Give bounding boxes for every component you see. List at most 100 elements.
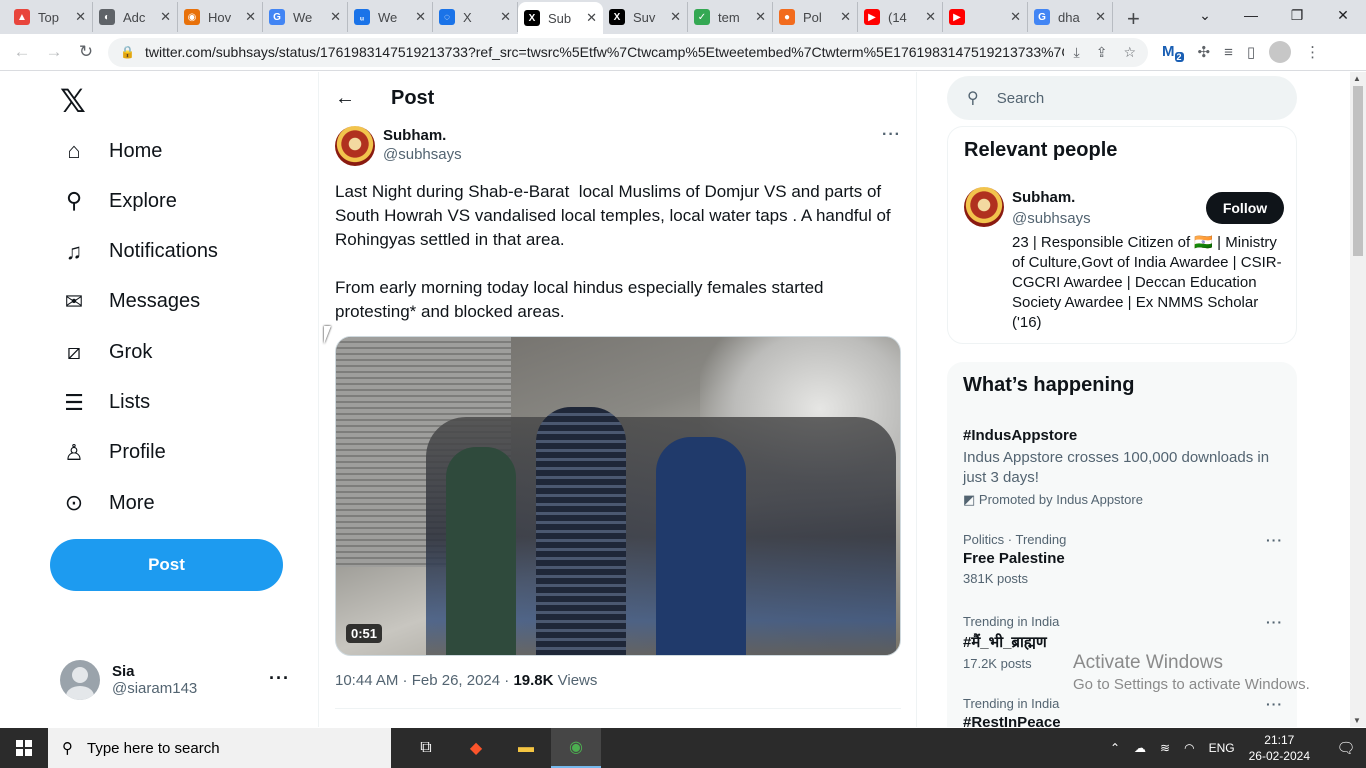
nav-item-profile[interactable]: ♙ Profile <box>60 440 166 466</box>
browser-tab[interactable]: ● Pol ✕ <box>773 2 858 32</box>
trend-more-icon[interactable]: ··· <box>1266 614 1283 630</box>
language-indicator[interactable]: ENG <box>1209 741 1235 755</box>
close-tab-icon[interactable]: ✕ <box>500 9 511 25</box>
back-icon[interactable]: ← <box>6 42 38 62</box>
profile-avatar-icon[interactable] <box>1269 41 1292 63</box>
browser-tab[interactable]: ◌ X ✕ <box>433 2 518 32</box>
close-tab-icon[interactable]: ✕ <box>1095 9 1106 25</box>
browser-tab[interactable]: Gdha ✕ <box>1028 2 1113 32</box>
close-tab-icon[interactable]: ✕ <box>755 9 766 25</box>
back-arrow-icon[interactable]: ← <box>335 87 371 110</box>
trend-context: Politics · Trending <box>963 532 1067 547</box>
bookmark-star-icon[interactable]: ☆ <box>1123 44 1136 61</box>
tab-favicon-icon: X <box>524 10 540 26</box>
tab-search-icon[interactable]: ⌄ <box>1182 0 1228 30</box>
nav-item-lists[interactable]: ☰ Lists <box>60 390 150 416</box>
browser-tab[interactable]: X Suv ✕ <box>603 2 688 32</box>
brave-browser-icon[interactable]: ◆ <box>451 728 501 768</box>
nav-item-messages[interactable]: ✉ Messages <box>60 289 200 315</box>
window-controls: ⌄ — ❐ ✕ <box>1182 0 1366 30</box>
search-input[interactable]: ⚲ Search <box>947 76 1297 120</box>
browser-tab[interactable]: ◉ Hov ✕ <box>178 2 263 32</box>
forward-icon[interactable]: → <box>38 42 70 62</box>
browser-tab[interactable]: ▶ (14 ✕ <box>858 2 943 32</box>
close-tab-icon[interactable]: ✕ <box>160 9 171 25</box>
page-scrollbar[interactable]: ▲ ▼ <box>1350 72 1366 727</box>
browser-tab[interactable]: X Sub ✕ <box>518 2 603 34</box>
post-button[interactable]: Post <box>50 539 283 591</box>
onedrive-icon[interactable]: ☁ <box>1134 741 1146 755</box>
trend-item[interactable]: Trending in India #RestInPeace ··· <box>963 696 1283 727</box>
close-tab-icon[interactable]: ✕ <box>415 9 426 25</box>
close-tab-icon[interactable]: ✕ <box>1010 9 1021 25</box>
extensions-puzzle-icon[interactable]: ✣ <box>1198 43 1211 61</box>
promoted-trend[interactable]: #IndusAppstore Indus Appstore crosses 10… <box>963 424 1283 508</box>
more-dots-icon[interactable]: ··· <box>269 668 290 689</box>
scroll-thumb[interactable] <box>1353 86 1363 256</box>
side-panel-icon[interactable]: ▯ <box>1247 43 1255 61</box>
avatar[interactable] <box>964 187 1004 227</box>
nav-item-explore[interactable]: ⚲ Explore <box>60 188 177 214</box>
notifications-icon[interactable]: 🗨 <box>1326 739 1366 757</box>
browser-tab[interactable]: ▶ ✕ <box>943 2 1028 32</box>
maximize-button[interactable]: ❐ <box>1274 0 1320 30</box>
nav-item-grok[interactable]: ⧄ Grok <box>60 339 152 365</box>
file-explorer-icon[interactable]: ▬ <box>501 728 551 768</box>
author-handle[interactable]: @subhsays <box>383 146 462 163</box>
reload-icon[interactable]: ↻ <box>70 42 102 62</box>
lock-icon[interactable]: 🔒 <box>120 45 135 59</box>
close-tab-icon[interactable]: ✕ <box>245 9 256 25</box>
tweet-more-icon[interactable]: ··· <box>882 126 901 144</box>
trend-item[interactable]: Politics · Trending Free Palestine 381K po… <box>963 532 1283 586</box>
install-icon[interactable]: ⤓ <box>1074 44 1080 61</box>
task-view-icon[interactable]: ⧉ <box>401 728 451 768</box>
tweet-timestamp[interactable]: 10:44 AM · Feb 26, 2024 · <box>335 672 513 689</box>
url-text[interactable]: twitter.com/subhsays/status/176198314751… <box>145 44 1064 60</box>
clock[interactable]: 21:17 26-02-2024 <box>1249 732 1310 764</box>
scroll-down-icon[interactable]: ▼ <box>1353 716 1361 725</box>
share-icon[interactable]: ⇪ <box>1096 44 1108 61</box>
address-bar[interactable]: 🔒 twitter.com/subhsays/status/1761983147… <box>108 37 1148 67</box>
person-name[interactable]: Subham. <box>1012 189 1075 206</box>
follow-button[interactable]: Follow <box>1206 192 1284 224</box>
browser-tab[interactable]: ◐ Adc ✕ <box>93 2 178 32</box>
nav-item-more[interactable]: ⊙ More <box>60 490 155 516</box>
account-switcher[interactable]: Sia @siaram143 ··· <box>60 660 300 700</box>
close-tab-icon[interactable]: ✕ <box>840 9 851 25</box>
author-name[interactable]: Subham. <box>383 127 462 144</box>
taskbar-apps: ⧉ ◆ ▬ ◉ <box>401 728 601 768</box>
tweet-video[interactable]: 0:51 <box>335 336 901 656</box>
scroll-up-icon[interactable]: ▲ <box>1353 74 1361 83</box>
close-tab-icon[interactable]: ✕ <box>586 10 597 26</box>
extension-m-icon[interactable]: M2 <box>1162 43 1184 62</box>
nav-item-label: Profile <box>109 441 166 464</box>
trend-more-icon[interactable]: ··· <box>1266 696 1283 712</box>
browser-tab[interactable]: ᵤ We ✕ <box>348 2 433 32</box>
wifi-icon[interactable]: ◠ <box>1184 741 1194 755</box>
show-hidden-icons-icon[interactable]: ⌃ <box>1110 741 1120 755</box>
trend-more-icon[interactable]: ··· <box>1266 532 1283 548</box>
watermark-line2: Go to Settings to activate Windows. <box>1073 676 1310 693</box>
nav-item-notifications[interactable]: ♫ Notifications <box>60 239 218 265</box>
close-window-button[interactable]: ✕ <box>1320 0 1366 30</box>
chrome-icon[interactable]: ◉ <box>551 728 601 768</box>
new-tab-button[interactable]: + <box>1127 4 1140 34</box>
browser-tab[interactable]: G We ✕ <box>263 2 348 32</box>
network-icon[interactable]: ≋ <box>1160 741 1170 755</box>
browser-tab[interactable]: ✓ tem ✕ <box>688 2 773 32</box>
minimize-button[interactable]: — <box>1228 0 1274 30</box>
media-controls-icon[interactable]: ≡ <box>1224 44 1233 61</box>
close-tab-icon[interactable]: ✕ <box>925 9 936 25</box>
close-tab-icon[interactable]: ✕ <box>670 9 681 25</box>
taskbar-search-input[interactable]: ⚲ Type here to search <box>48 728 391 768</box>
close-tab-icon[interactable]: ✕ <box>75 9 86 25</box>
close-tab-icon[interactable]: ✕ <box>330 9 341 25</box>
author-avatar[interactable] <box>335 126 375 166</box>
browser-tab[interactable]: ▲ Top ✕ <box>8 2 93 32</box>
person-handle[interactable]: @subhsays <box>1012 210 1091 227</box>
start-button[interactable] <box>0 728 48 768</box>
tab-favicon-icon: ◌ <box>439 9 455 25</box>
chrome-menu-icon[interactable]: ⋮ <box>1305 43 1320 61</box>
x-logo-icon[interactable]: 𝕏 <box>60 82 86 120</box>
nav-item-home[interactable]: ⌂ Home <box>60 138 162 164</box>
